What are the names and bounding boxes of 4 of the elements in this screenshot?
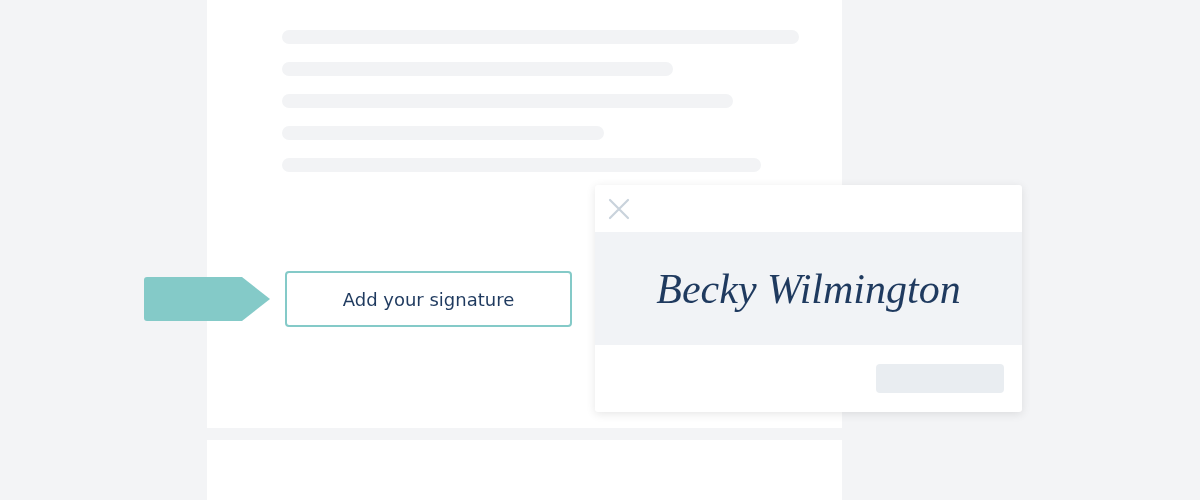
add-signature-button[interactable]: Add your signature (285, 271, 572, 327)
signature: Becky Wilmington (656, 264, 961, 313)
close-icon[interactable] (608, 197, 630, 220)
arrow-tag-icon (144, 277, 270, 321)
